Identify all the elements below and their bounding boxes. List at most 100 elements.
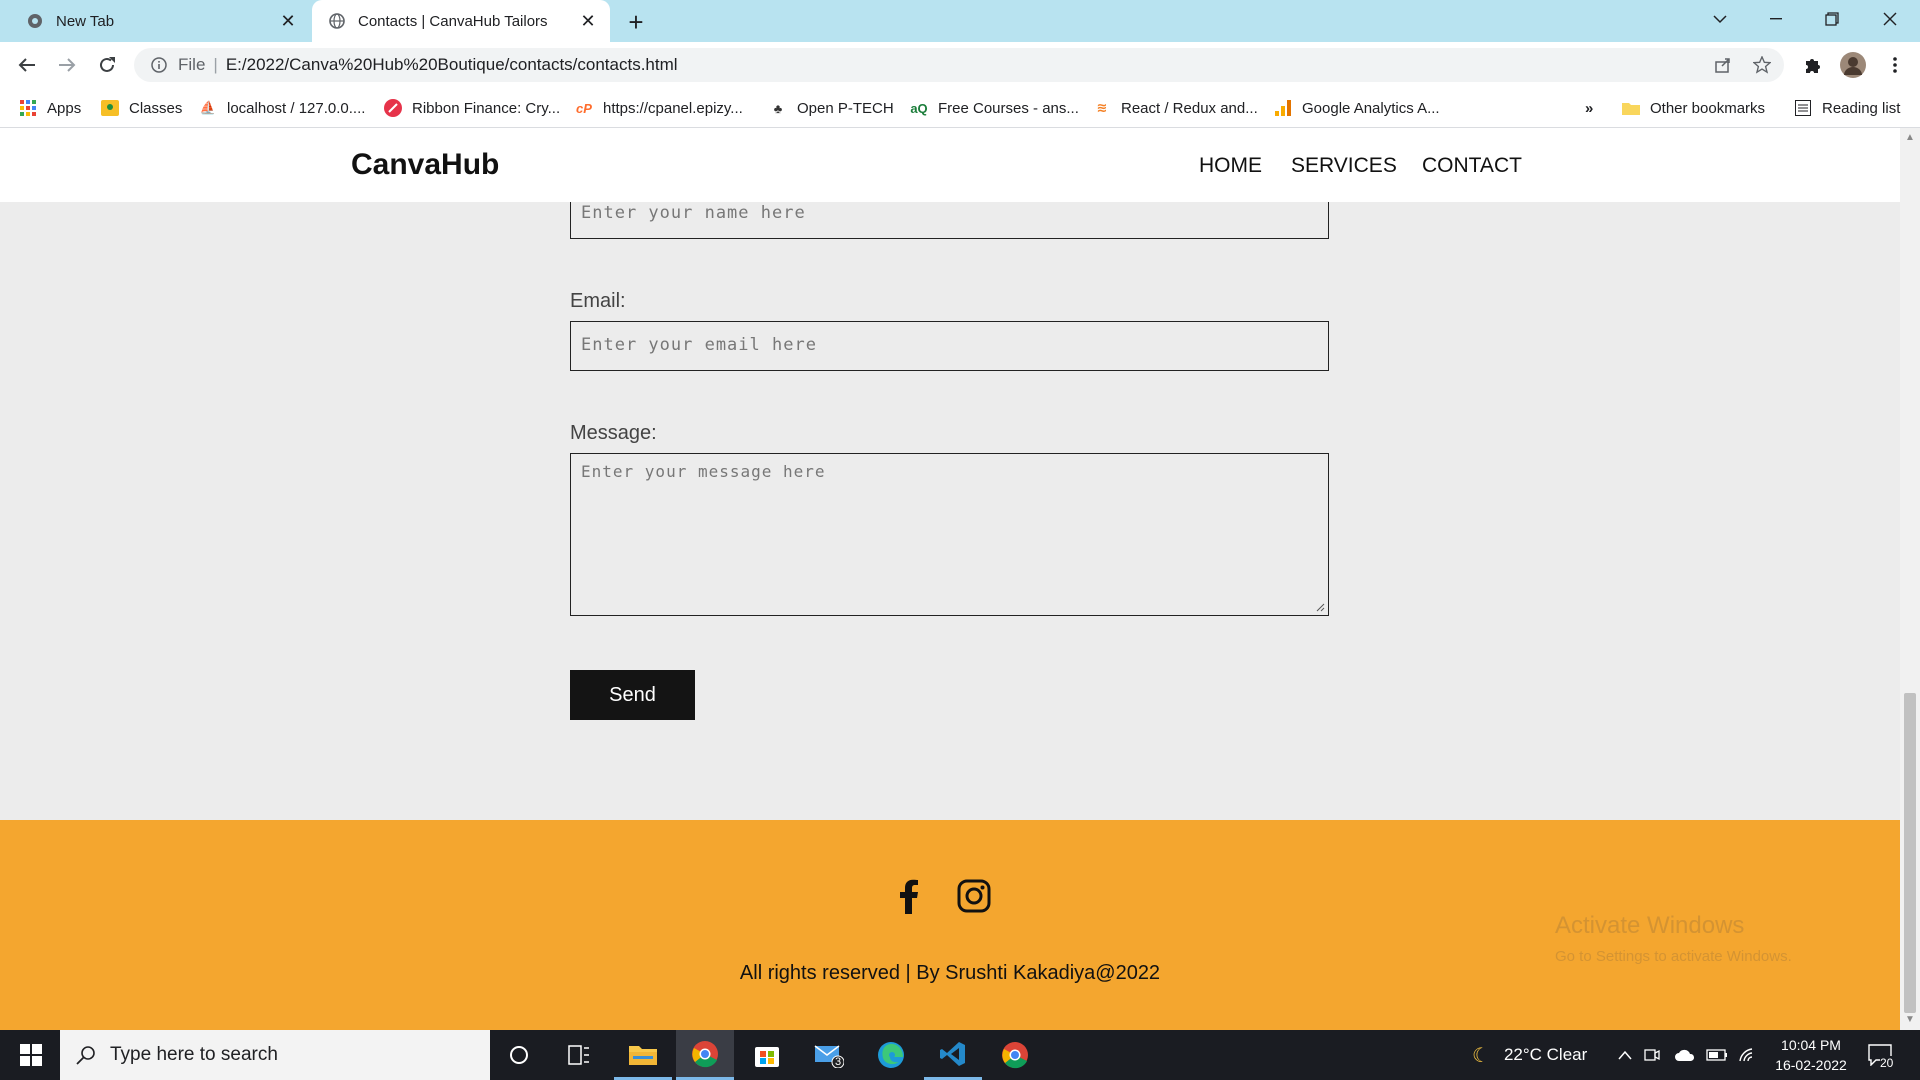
file-explorer-icon[interactable]	[614, 1030, 672, 1080]
courses-icon: aQ	[910, 100, 928, 116]
classroom-icon	[101, 99, 119, 117]
email-field[interactable]: Enter your email here	[570, 321, 1329, 371]
scroll-thumb[interactable]	[1904, 693, 1916, 1013]
reload-icon[interactable]	[91, 49, 123, 81]
phpmyadmin-icon: ⛵	[199, 100, 217, 115]
apps-grid-icon	[19, 99, 37, 117]
show-hidden-icons-chevron-icon[interactable]	[1618, 1030, 1632, 1080]
clock-date: 16-02-2022	[1775, 1057, 1847, 1073]
url-text[interactable]: E:/2022/Canva%20Hub%20Boutique/contacts/…	[226, 55, 678, 75]
share-icon[interactable]	[1708, 50, 1738, 80]
chrome-favicon-icon	[26, 12, 44, 30]
address-bar[interactable]: File | E:/2022/Canva%20Hub%20Boutique/co…	[134, 48, 1784, 82]
message-label: Message:	[570, 422, 657, 444]
close-tab-icon[interactable]: ✕	[574, 7, 602, 35]
message-textarea[interactable]: Enter your message here	[570, 453, 1329, 616]
more-bookmarks-chevron-icon[interactable]: »	[1585, 88, 1593, 128]
resize-handle-icon[interactable]	[1315, 602, 1325, 612]
forward-arrow-icon[interactable]	[51, 49, 83, 81]
more-vert-icon[interactable]	[1880, 50, 1910, 80]
reading-list-button[interactable]: Reading list	[1794, 88, 1900, 128]
bookmark-free-courses[interactable]: aQ Free Courses - ans...	[910, 88, 1079, 128]
taskbar-search-box[interactable]: Type here to search	[60, 1030, 490, 1080]
notification-center-icon[interactable]: 20	[1868, 1030, 1894, 1080]
moon-icon: ☾	[1472, 1044, 1490, 1067]
ptech-icon: ♣	[773, 100, 783, 116]
profile-avatar[interactable]	[1838, 50, 1868, 80]
bookmark-label: localhost / 127.0.0....	[227, 99, 366, 117]
instagram-icon[interactable]	[954, 876, 994, 916]
chrome-profile-icon[interactable]	[986, 1030, 1044, 1080]
site-brand-logo[interactable]: CanvaHub	[351, 148, 499, 182]
vscode-icon[interactable]	[924, 1030, 982, 1080]
bookmark-cpanel[interactable]: cP https://cpanel.epizy...	[575, 88, 743, 128]
page-viewport: CanvaHub HOME SERVICES CONTACT Enter you…	[0, 128, 1900, 1030]
close-tab-icon[interactable]: ✕	[274, 7, 302, 35]
bookmark-google-analytics[interactable]: Google Analytics A...	[1274, 88, 1440, 128]
copyright-text: All rights reserved | By Srushti Kakadiy…	[739, 962, 1161, 984]
onedrive-cloud-icon[interactable]	[1674, 1030, 1696, 1080]
bookmark-apps[interactable]: Apps	[19, 88, 81, 128]
scroll-down-arrow-icon[interactable]: ▼	[1905, 1014, 1915, 1025]
bookmark-open-ptech[interactable]: ♣ Open P-TECH	[769, 88, 894, 128]
mail-icon[interactable]: 3	[800, 1030, 858, 1080]
bookmark-classes[interactable]: Classes	[101, 88, 182, 128]
minimize-button[interactable]	[1748, 0, 1804, 38]
bookmark-label: Open P-TECH	[797, 99, 894, 117]
bookmark-label: Classes	[129, 99, 183, 117]
battery-icon[interactable]	[1706, 1030, 1728, 1080]
cortana-circle-icon[interactable]	[490, 1030, 548, 1080]
search-icon	[76, 1045, 96, 1065]
bookmark-ribbon-finance[interactable]: Ribbon Finance: Cry...	[384, 88, 560, 128]
bookmarks-bar: Apps Classes ⛵ localhost / 127.0.0.... R…	[0, 88, 1920, 128]
bookmark-star-icon[interactable]	[1747, 50, 1777, 80]
chrome-taskbar-icon[interactable]	[676, 1030, 734, 1080]
weather-text: 22°C Clear	[1503, 1045, 1588, 1064]
tab-search-icon[interactable]	[1692, 0, 1748, 38]
close-window-button[interactable]	[1862, 0, 1918, 38]
nav-contact[interactable]: CONTACT	[1422, 154, 1522, 178]
tab-contacts[interactable]: Contacts | CanvaHub Tailors ✕	[312, 0, 610, 42]
bookmark-label: https://cpanel.epizy...	[603, 99, 743, 117]
restore-button[interactable]	[1804, 0, 1860, 38]
tab-title: Contacts | CanvaHub Tailors	[358, 12, 548, 30]
back-arrow-icon[interactable]	[11, 49, 43, 81]
facebook-icon[interactable]	[889, 876, 929, 916]
ribbon-finance-icon	[384, 99, 402, 117]
microsoft-store-icon[interactable]	[738, 1030, 796, 1080]
tab-title: New Tab	[56, 12, 115, 30]
tab-new-tab[interactable]: New Tab ✕	[10, 0, 310, 42]
activate-windows-title: Activate Windows	[1555, 912, 1745, 939]
scroll-up-arrow-icon[interactable]: ▲	[1905, 132, 1915, 143]
nav-services[interactable]: SERVICES	[1291, 154, 1397, 178]
bookmark-label: React / Redux and...	[1121, 99, 1258, 117]
url-separator: |	[213, 55, 218, 74]
windows-start-icon[interactable]	[2, 1030, 60, 1080]
analytics-icon	[1274, 99, 1292, 117]
clock[interactable]: 10:04 PM 16-02-2022	[1770, 1030, 1852, 1080]
send-button[interactable]: Send	[570, 670, 695, 720]
edge-browser-icon[interactable]	[862, 1030, 920, 1080]
wifi-icon[interactable]	[1738, 1030, 1758, 1080]
bookmark-label: Google Analytics A...	[1302, 99, 1440, 117]
extensions-puzzle-icon[interactable]	[1797, 50, 1827, 80]
vertical-scrollbar[interactable]: ▲ ▼	[1900, 128, 1920, 1030]
weather-widget[interactable]: ☾ 22°C Clear	[1472, 1030, 1587, 1080]
bookmark-label: Apps	[47, 99, 82, 117]
reading-list-icon	[1794, 99, 1812, 117]
email-label: Email:	[570, 290, 626, 312]
task-view-icon[interactable]	[550, 1030, 608, 1080]
bookmark-label: Other bookmarks	[1650, 99, 1766, 117]
stackoverflow-icon: ≋	[1096, 100, 1108, 115]
bookmark-other-bookmarks[interactable]: Other bookmarks	[1622, 88, 1765, 128]
site-header: CanvaHub HOME SERVICES CONTACT	[0, 128, 1900, 202]
tab-strip: New Tab ✕ Contacts | CanvaHub Tailors ✕ …	[0, 0, 1920, 42]
info-icon[interactable]	[150, 56, 168, 74]
new-tab-button[interactable]: +	[620, 6, 652, 38]
bookmark-localhost[interactable]: ⛵ localhost / 127.0.0....	[199, 88, 366, 128]
browser-toolbar: File | E:/2022/Canva%20Hub%20Boutique/co…	[0, 42, 1920, 88]
nav-home[interactable]: HOME	[1199, 154, 1262, 178]
bookmark-react-redux[interactable]: ≋ React / Redux and...	[1093, 88, 1258, 128]
meet-now-icon[interactable]	[1644, 1030, 1660, 1080]
url-scheme: File	[178, 55, 206, 74]
